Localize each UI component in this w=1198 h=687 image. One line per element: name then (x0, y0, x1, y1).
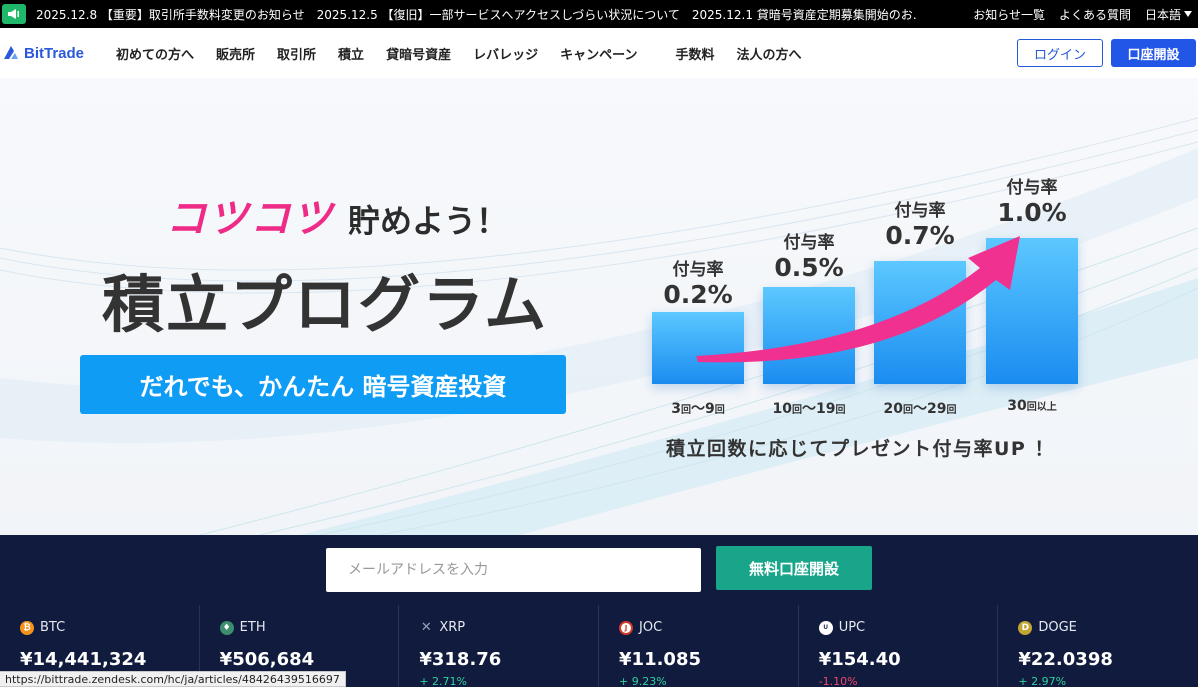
logo-text: BitTrade (24, 44, 85, 62)
ticker-price: ¥11.085 (619, 649, 701, 670)
free-account-button[interactable]: 無料口座開設 (716, 546, 872, 590)
bonus-note: 積立回数に応じてプレゼント付与率UP ！ (666, 438, 1055, 460)
ticker-price: ¥154.40 (818, 649, 901, 670)
tier-range-4: 30回以上 (1007, 398, 1057, 414)
ticker-joc[interactable]: J JOC ¥11.085 + 9.23% (599, 605, 799, 687)
ethereum-icon: ♦ (219, 620, 234, 635)
ticker-change: + 2.71% (419, 675, 468, 687)
ticker-symbol: JOC (639, 620, 663, 635)
notice-list: 2025.12.8 【重要】取引所手数料変更のお知らせ 2025.12.5 【復… (36, 6, 916, 23)
site-header: BitTrade 初めての方へ 販売所 取引所 積立 貸暗号資産 レバレッジ キ… (0, 28, 1198, 78)
tier-range-1: 3回～9回 (671, 401, 725, 417)
ticker-symbol: UPC (838, 620, 866, 635)
bittrade-logo-icon (4, 46, 18, 59)
ticker-price: ¥506,684 (219, 649, 315, 670)
hero-title: 積立プログラム (102, 268, 549, 341)
ticker-price: ¥318.76 (419, 649, 502, 670)
xrp-icon: ✕ (420, 620, 432, 635)
hero-banner[interactable]: コツコツ 貯めよう！ 積立プログラム だれでも、かんたん 暗号資産投資 付与率 … (0, 78, 1198, 535)
ticker-symbol: XRP (439, 620, 466, 635)
notice-item[interactable]: 2025.12.8 【重要】取引所手数料変更のお知らせ (36, 6, 305, 23)
nav-item-lending[interactable]: 貸暗号資産 (386, 44, 451, 63)
ticker-price: ¥22.0398 (1018, 649, 1113, 670)
notice-item[interactable]: 2025.12.5 【復旧】一部サービスへアクセスしづらい状況について (317, 6, 680, 23)
rate-label-tier-4: 付与率 1.0% (997, 178, 1067, 227)
signup-strip: 無料口座開設 (0, 535, 1198, 605)
ticker-change: + 2.97% (1018, 675, 1067, 687)
main-nav: 初めての方へ 販売所 取引所 積立 貸暗号資産 レバレッジ キャンペーン 手数料… (116, 44, 823, 63)
nav-item-corporate[interactable]: 法人の方へ (736, 44, 801, 63)
bitcoin-icon: ₿ (20, 620, 34, 635)
utility-links: お知らせ一覧 よくある質問 日本語 (973, 0, 1192, 28)
ticker-symbol: BTC (40, 620, 66, 635)
nav-item-exchange[interactable]: 取引所 (277, 44, 316, 63)
notice-bar: 2025.12.8 【重要】取引所手数料変更のお知らせ 2025.12.5 【復… (0, 0, 1198, 28)
nav-item-fees[interactable]: 手数料 (675, 44, 714, 63)
tagline-text: 貯めよう！ (348, 202, 509, 240)
tier-range-2: 10回～19回 (772, 401, 846, 417)
joc-icon: J (619, 620, 634, 635)
faq-link[interactable]: よくある質問 (1059, 6, 1131, 23)
nav-item-exchange-office[interactable]: 販売所 (216, 44, 255, 63)
nav-item-leverage[interactable]: レバレッジ (473, 44, 538, 63)
ticker-xrp[interactable]: ✕ XRP ¥318.76 + 2.71% (399, 605, 600, 687)
ticker-upc[interactable]: U UPC ¥154.40 -1.10% (799, 605, 999, 687)
nav-item-savings[interactable]: 積立 (338, 44, 364, 63)
email-input[interactable] (326, 548, 701, 592)
hero-tagline: コツコツ 貯めよう！ (166, 186, 508, 244)
upc-icon: U (818, 620, 833, 635)
ticker-symbol: ETH (239, 620, 266, 635)
login-button[interactable]: ログイン (1017, 39, 1103, 67)
ticker-price: ¥14,441,324 (20, 649, 147, 670)
browser-status-url: https://bittrade.zendesk.com/hc/ja/artic… (0, 671, 346, 687)
language-label: 日本語 (1144, 7, 1181, 22)
hero-subtitle-banner: だれでも、かんたん 暗号資産投資 (80, 355, 566, 414)
doge-icon: D (1018, 620, 1033, 635)
notice-item[interactable]: 2025.12.1 貸暗号資産定期募集開始のお… (692, 6, 916, 23)
ticker-doge[interactable]: D DOGE ¥22.0398 + 2.97% (998, 605, 1198, 687)
megaphone-icon (2, 4, 26, 24)
tier-range-3: 20回～29回 (883, 401, 957, 417)
ticker-symbol: DOGE (1038, 620, 1077, 635)
logo[interactable]: BitTrade (2, 44, 106, 62)
open-account-button[interactable]: 口座開設 (1111, 39, 1196, 67)
growth-arrow-icon (696, 236, 1020, 363)
header-buttons: ログイン 口座開設 (1017, 39, 1196, 67)
language-selector[interactable]: 日本語 (1145, 6, 1192, 23)
nav-item-beginners[interactable]: 初めての方へ (116, 44, 194, 63)
nav-item-campaign[interactable]: キャンペーン (560, 44, 637, 63)
ticker-change: + 9.23% (619, 675, 667, 687)
notices-link[interactable]: お知らせ一覧 (973, 6, 1045, 23)
tagline-highlight: コツコツ (166, 196, 334, 242)
ticker-change: -1.10% (818, 675, 858, 687)
chevron-down-icon (1184, 11, 1192, 17)
